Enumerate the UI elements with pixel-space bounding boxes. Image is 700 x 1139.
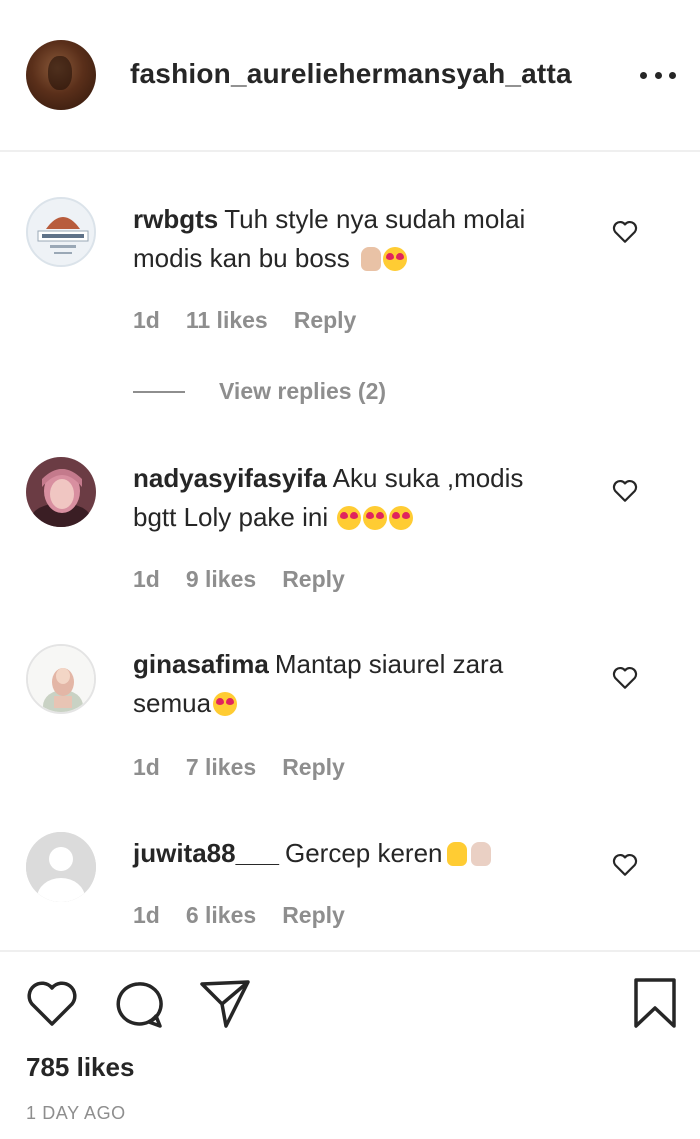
post-timestamp: 1 DAY AGO	[26, 1103, 126, 1123]
reply-button[interactable]: Reply	[282, 754, 345, 781]
view-replies[interactable]: View replies (2)	[133, 378, 386, 405]
comment-likes[interactable]: 7 likes	[186, 754, 256, 781]
commenter-avatar[interactable]	[26, 197, 96, 267]
avatar-image-icon	[28, 646, 94, 712]
heart-eyes-emoji-icon	[213, 692, 238, 716]
heart-eyes-emoji-icon	[383, 247, 408, 271]
comment-time: 1d	[133, 307, 160, 333]
header-username[interactable]: fashion_aureliehermansyah_atta	[130, 58, 572, 90]
comment-likes[interactable]: 6 likes	[186, 902, 256, 929]
reply-button[interactable]: Reply	[282, 566, 345, 593]
comment-text: nadyasyifasyifa Aku suka ,modis bgtt Loly…	[133, 459, 573, 537]
more-options-icon[interactable]	[640, 60, 676, 90]
heart-eyes-emoji-icon	[363, 506, 388, 530]
comment-bubble-icon[interactable]	[112, 980, 164, 1030]
heart-eyes-emoji-icon	[337, 506, 362, 530]
comment-meta: 1d 6 likes Reply	[133, 902, 345, 929]
comment-username[interactable]: nadyasyifasyifa	[133, 463, 327, 493]
comment-time: 1d	[133, 902, 160, 928]
commenter-avatar[interactable]	[26, 457, 96, 527]
like-comment-heart-icon[interactable]	[612, 479, 638, 503]
save-bookmark-icon[interactable]	[632, 976, 678, 1030]
comment-text: ginasafima Mantap siaurel zara semua	[133, 645, 573, 723]
comment-meta: 1d 9 likes Reply	[133, 566, 345, 593]
commenter-avatar[interactable]	[26, 832, 96, 902]
heart-eyes-emoji-icon	[389, 506, 414, 530]
profile-avatar[interactable]	[26, 40, 96, 110]
comment-text: rwbgts Tuh style nya sudah molai modis ka…	[133, 200, 573, 278]
raised-hand-emoji-icon	[446, 842, 467, 866]
comment-meta: 1d 11 likes Reply	[133, 307, 356, 334]
like-heart-icon[interactable]	[26, 980, 78, 1028]
waving-hand-emoji-icon	[470, 842, 491, 866]
comment-username[interactable]: juwita88___	[133, 838, 279, 868]
commenter-avatar[interactable]	[26, 644, 96, 714]
post-header: fashion_aureliehermansyah_atta	[0, 0, 700, 152]
comment-body: Gercep keren	[284, 838, 443, 868]
reply-button[interactable]: Reply	[294, 307, 357, 334]
default-avatar-icon	[26, 832, 96, 902]
avatar-image-icon	[28, 199, 94, 265]
comment-username[interactable]: rwbgts	[133, 204, 218, 234]
share-paper-plane-icon[interactable]	[198, 978, 252, 1030]
comment-text: juwita88___ Gercep keren	[133, 834, 573, 873]
like-comment-heart-icon[interactable]	[612, 853, 638, 877]
avatar-image-icon	[26, 457, 96, 527]
comment-meta: 1d 7 likes Reply	[133, 754, 345, 781]
replies-divider	[133, 390, 185, 393]
reply-button[interactable]: Reply	[282, 902, 345, 929]
comment-likes[interactable]: 11 likes	[186, 307, 268, 334]
comment-time: 1d	[133, 754, 160, 780]
comment-time: 1d	[133, 566, 160, 592]
like-comment-heart-icon[interactable]	[612, 220, 638, 244]
comment-likes[interactable]: 9 likes	[186, 566, 256, 593]
view-replies-label[interactable]: View replies (2)	[219, 378, 386, 405]
like-comment-heart-icon[interactable]	[612, 666, 638, 690]
post-likes-count[interactable]: 785 likes	[26, 1052, 134, 1083]
pointing-hand-emoji-icon	[361, 247, 382, 271]
comment-username[interactable]: ginasafima	[133, 649, 269, 679]
